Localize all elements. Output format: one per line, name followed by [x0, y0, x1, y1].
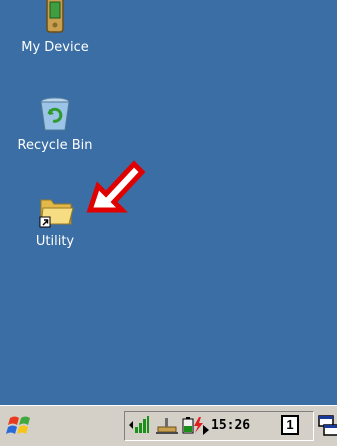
desktop-number[interactable]: 1: [281, 415, 299, 435]
clock[interactable]: 15:26: [211, 418, 250, 433]
system-tray: 15:26 1: [124, 411, 314, 441]
window-switch-icon[interactable]: [318, 414, 337, 438]
recycle-bin-icon: [35, 94, 75, 134]
taskbar: 15:26 1: [0, 405, 337, 446]
my-device-shortcut[interactable]: My Device: [10, 0, 100, 56]
signal-strength-icon[interactable]: [128, 415, 150, 439]
desktop: My Device Recycle Bin Utility: [0, 0, 337, 405]
network-icon[interactable]: [155, 415, 179, 439]
utility-label: Utility: [35, 234, 75, 249]
recycle-bin-label: Recycle Bin: [17, 138, 93, 153]
recycle-bin-shortcut[interactable]: Recycle Bin: [10, 94, 100, 154]
folder-shortcut-icon: [35, 190, 75, 230]
my-device-label: My Device: [21, 40, 89, 55]
start-button[interactable]: [6, 412, 36, 440]
red-arrow-icon: [84, 154, 148, 218]
windows-flag-icon: [6, 416, 30, 434]
pda-icon: [35, 0, 75, 36]
expand-tray-icon[interactable]: [203, 420, 209, 439]
battery-charging-icon[interactable]: [181, 415, 205, 439]
